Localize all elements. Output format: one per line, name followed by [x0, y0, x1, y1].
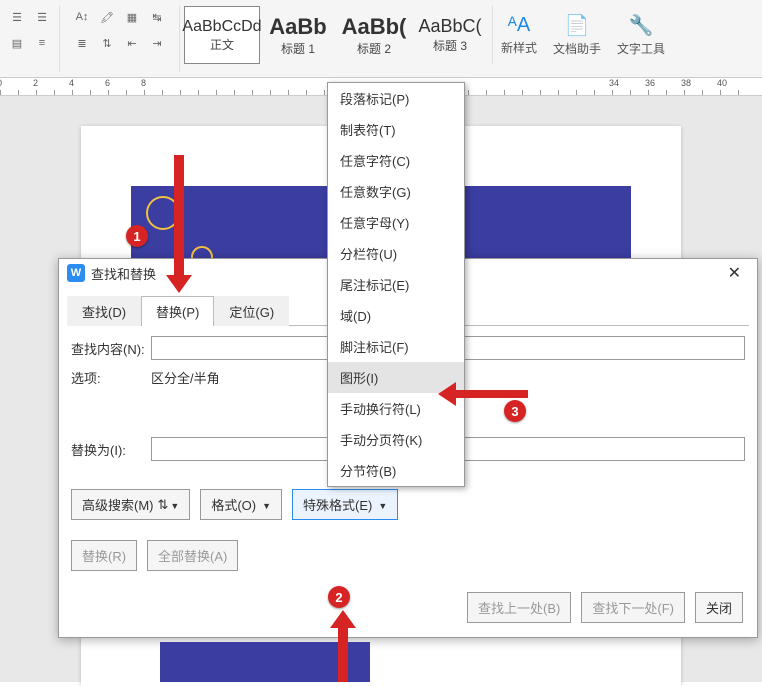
- tab-icon[interactable]: ↹: [146, 6, 168, 28]
- tab-replace[interactable]: 替换(P): [141, 296, 214, 326]
- replace-label: 替换为(I):: [71, 440, 151, 459]
- caret-down-icon: [260, 497, 271, 512]
- spacing-icon[interactable]: ⇅: [96, 32, 118, 54]
- tab-find[interactable]: 查找(D): [67, 296, 141, 326]
- menu-item-7[interactable]: 域(D): [328, 300, 464, 331]
- menu-item-12[interactable]: 分节符(B): [328, 455, 464, 486]
- caret-icon: ⇅: [158, 497, 180, 513]
- advanced-search-button[interactable]: 高级搜索(M)⇅: [71, 489, 190, 520]
- annotation-badge-1: 1: [126, 225, 148, 247]
- doc-helper-button[interactable]: 📄 文档助手: [545, 6, 609, 64]
- menu-item-4[interactable]: 任意字母(Y): [328, 207, 464, 238]
- style-heading1[interactable]: AaBb 标题 1: [260, 6, 336, 64]
- new-style-button[interactable]: ᴬA 新样式: [493, 6, 545, 64]
- tab-goto[interactable]: 定位(G): [214, 296, 289, 326]
- menu-item-0[interactable]: 段落标记(P): [328, 83, 464, 114]
- dialog-title: 查找和替换: [91, 264, 156, 283]
- indent-decrease-icon[interactable]: ☰: [31, 6, 53, 28]
- ribbon-toolbar: ☰ ☰ ▤ ≡ A↕ 🖍 ▦ ↹ ≣ ⇅ ⇤ ⇥ AaBbCcDd 正文 AaB…: [0, 0, 762, 78]
- wps-logo-icon: W: [67, 264, 85, 282]
- special-format-menu: 段落标记(P)制表符(T)任意字符(C)任意数字(G)任意字母(Y)分栏符(U)…: [327, 82, 465, 487]
- find-prev-button[interactable]: 查找上一处(B): [467, 592, 571, 623]
- close-button[interactable]: ✕: [720, 261, 749, 285]
- wrench-icon: 🔧: [629, 13, 654, 38]
- indent-increase-icon[interactable]: ☰: [6, 6, 28, 28]
- style-heading2[interactable]: AaBb( 标题 2: [336, 6, 412, 64]
- new-style-icon: ᴬA: [508, 14, 530, 37]
- annotation-arrow-1: [164, 155, 194, 295]
- close-dialog-button[interactable]: 关闭: [695, 592, 743, 623]
- menu-item-6[interactable]: 尾注标记(E): [328, 269, 464, 300]
- text-tools-button[interactable]: 🔧 文字工具: [609, 6, 673, 64]
- menu-item-8[interactable]: 脚注标记(F): [328, 331, 464, 362]
- format-button[interactable]: 格式(O): [200, 489, 282, 520]
- font-size-icon[interactable]: A↕: [71, 6, 93, 28]
- annotation-badge-3: 3: [504, 400, 526, 422]
- doc-helper-icon: 📄: [565, 13, 590, 38]
- caret-down-icon: [376, 497, 387, 512]
- list-bullet-icon[interactable]: ≣: [71, 32, 93, 54]
- find-label: 查找内容(N):: [71, 339, 151, 358]
- outdent-icon[interactable]: ⇥: [146, 32, 168, 54]
- option-value: 区分全/半角: [151, 368, 220, 387]
- annotation-arrow-2: [328, 610, 358, 682]
- replace-all-button[interactable]: 全部替换(A): [147, 540, 238, 571]
- style-normal[interactable]: AaBbCcDd 正文: [184, 6, 260, 64]
- find-next-button[interactable]: 查找下一处(F): [581, 592, 685, 623]
- align-icon[interactable]: ≡: [31, 32, 53, 54]
- style-heading3[interactable]: AaBbC( 标题 3: [412, 6, 488, 64]
- menu-item-1[interactable]: 制表符(T): [328, 114, 464, 145]
- replace-button[interactable]: 替换(R): [71, 540, 137, 571]
- menu-item-5[interactable]: 分栏符(U): [328, 238, 464, 269]
- border-icon[interactable]: ▦: [121, 6, 143, 28]
- indent-icon[interactable]: ⇤: [121, 32, 143, 54]
- annotation-badge-2: 2: [328, 586, 350, 608]
- menu-item-11[interactable]: 手动分页符(K): [328, 424, 464, 455]
- special-format-button[interactable]: 特殊格式(E): [292, 489, 398, 520]
- list-icon[interactable]: ▤: [6, 32, 28, 54]
- shading-icon[interactable]: 🖍: [96, 6, 118, 28]
- option-label: 选项:: [71, 368, 151, 387]
- menu-item-3[interactable]: 任意数字(G): [328, 176, 464, 207]
- menu-item-2[interactable]: 任意字符(C): [328, 145, 464, 176]
